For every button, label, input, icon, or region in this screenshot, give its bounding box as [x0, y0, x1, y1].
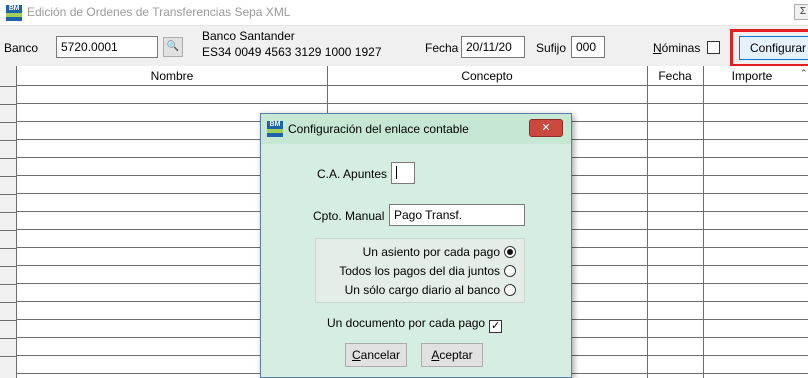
- binoculars-icon[interactable]: 🔍: [163, 37, 183, 57]
- bank-iban: ES34 0049 4563 3129 1000 1927: [202, 45, 382, 59]
- sufijo-field[interactable]: 000: [571, 36, 605, 58]
- accept-button[interactable]: Aceptar: [421, 343, 483, 367]
- column-header-concepto[interactable]: Concepto: [327, 69, 647, 83]
- radio-selected[interactable]: [504, 246, 516, 258]
- option-label: Todos los pagos del dia juntos: [339, 264, 500, 278]
- ca-apuntes-label: C.A. Apuntes: [317, 167, 388, 181]
- config-dialog: BM Configuración del enlace contable ✕ C…: [260, 113, 572, 378]
- close-icon[interactable]: ✕: [529, 119, 563, 137]
- column-header-fecha[interactable]: Fecha: [647, 69, 703, 83]
- documento-option[interactable]: Un documento por cada pago ✓: [327, 316, 503, 333]
- cpto-manual-label: Cpto. Manual: [313, 209, 385, 223]
- posting-mode-group: Un asiento por cada pago Todos los pagos…: [315, 238, 525, 303]
- grid-header: Nombre Concepto Fecha Importe: [17, 66, 808, 86]
- documento-label: Un documento por cada pago: [327, 316, 486, 330]
- bank-name: Banco Santander: [202, 29, 295, 43]
- fecha-field[interactable]: 20/11/20: [461, 36, 525, 58]
- nominas-label: Nóminas: [653, 41, 701, 55]
- column-header-importe[interactable]: Importe: [703, 69, 801, 83]
- dialog-title: Configuración del enlace contable: [288, 122, 469, 136]
- radio-unselected[interactable]: [504, 284, 516, 296]
- radio-unselected[interactable]: [504, 265, 516, 277]
- column-header-nombre[interactable]: Nombre: [17, 69, 327, 83]
- option-label: Un asiento por cada pago: [362, 245, 500, 259]
- banco-field[interactable]: 5720.0001: [56, 36, 158, 58]
- dialog-titlebar: BM Configuración del enlace contable ✕: [261, 114, 571, 144]
- ca-apuntes-field[interactable]: [391, 162, 415, 184]
- text-cursor: [396, 166, 397, 179]
- nominas-checkbox[interactable]: [707, 41, 720, 54]
- banco-label: Banco: [4, 41, 39, 55]
- cancel-label-rest: ancelar: [360, 348, 401, 362]
- option-cargo-diario[interactable]: Un sólo cargo diario al banco: [345, 283, 516, 297]
- nominas-label-rest: óminas: [661, 41, 701, 55]
- accept-label-rest: ceptar: [439, 348, 473, 362]
- cancel-accesskey: C: [351, 348, 361, 362]
- app-logo-icon: BM: [6, 5, 22, 21]
- window-title: Edición de Ordenes de Transferencias Sep…: [27, 5, 291, 19]
- configurar-highlight: [730, 29, 808, 67]
- documento-checkbox[interactable]: ✓: [489, 320, 503, 333]
- option-asiento-por-pago[interactable]: Un asiento por cada pago: [363, 245, 516, 259]
- window-sum-button[interactable]: Σ: [794, 4, 808, 20]
- option-pagos-dia-juntos[interactable]: Todos los pagos del dia juntos: [339, 264, 516, 278]
- table-row[interactable]: [17, 86, 808, 104]
- scroll-up-icon[interactable]: ⌃: [800, 68, 808, 79]
- window-titlebar: BM Edición de Ordenes de Transferencias …: [0, 0, 808, 26]
- cancel-button[interactable]: Cancelar: [345, 343, 407, 367]
- row-selector-column: [0, 66, 16, 378]
- option-label: Un sólo cargo diario al banco: [344, 283, 500, 297]
- fecha-label: Fecha: [425, 41, 459, 55]
- app-logo-icon: BM: [267, 121, 283, 137]
- sufijo-label: Sufijo: [536, 41, 567, 55]
- cpto-manual-field[interactable]: Pago Transf.: [389, 204, 525, 226]
